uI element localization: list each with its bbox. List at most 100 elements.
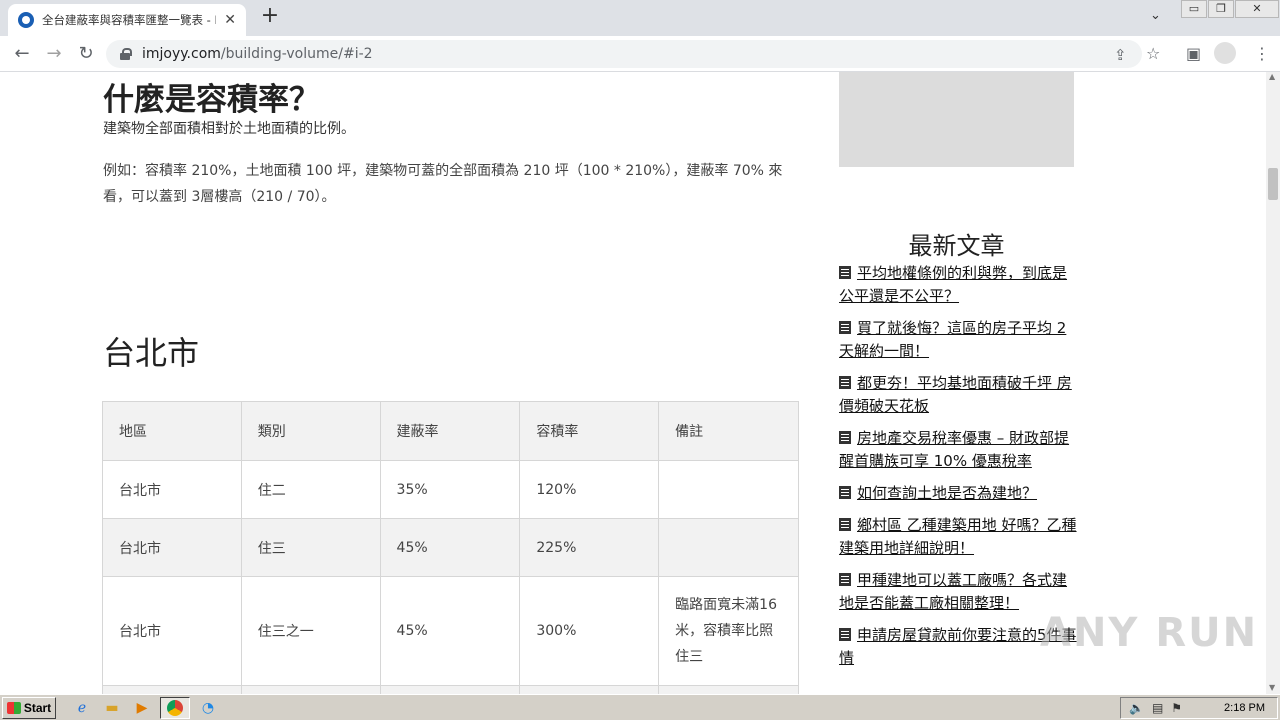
- volume-icon[interactable]: 🔈: [1129, 701, 1144, 715]
- table-cell: 台北市: [102, 460, 242, 519]
- minimize-button[interactable]: ▭: [1181, 0, 1207, 18]
- table-cell: [240, 685, 381, 694]
- scroll-thumb[interactable]: [1268, 168, 1278, 200]
- column-header: 容積率: [519, 401, 660, 461]
- table-cell-note: 臨路面寬未滿16米，容積率比照住三: [658, 576, 799, 686]
- table-cell: [658, 518, 799, 577]
- list-item: 鄉村區 乙種建築用地 好嗎？乙種建築用地詳細說明！: [839, 514, 1079, 560]
- column-header: 類別: [240, 401, 381, 461]
- close-window-button[interactable]: ✕: [1235, 0, 1279, 18]
- table-cell: [658, 685, 799, 694]
- table-cell: 45%: [379, 518, 521, 577]
- column-header: 備註: [658, 401, 799, 461]
- post-link[interactable]: 甲種建地可以蓋工廠嗎？各式建地是否能蓋工廠相關整理！: [839, 571, 1067, 612]
- window-controls: ▭ ❐ ✕: [1180, 0, 1279, 18]
- start-label: Start: [23, 700, 52, 715]
- kebab-menu-icon[interactable]: ⋮: [1254, 44, 1270, 63]
- document-icon: [839, 628, 851, 641]
- address-bar[interactable]: imjoyy.com/building-volume/#i-2 ⇪: [106, 40, 1142, 68]
- table-cell: 35%: [379, 460, 521, 519]
- table-cell: 台北市: [102, 576, 242, 686]
- network-icon[interactable]: ▤: [1152, 701, 1163, 715]
- chrome-icon: [167, 699, 183, 716]
- tab-strip: 全台建蔽率與容積率匯整一覽表 - I ✕ + ⌄ ▭ ❐ ✕: [0, 0, 1280, 36]
- watermark: ANY RUN: [1040, 610, 1259, 656]
- table-cell: [658, 460, 799, 519]
- document-icon: [839, 376, 851, 389]
- document-icon: [839, 266, 851, 279]
- table-cell: [519, 685, 660, 694]
- example-paragraph: 例如：容積率 210%，土地面積 100 坪，建築物可蓋的全部面積為 210 坪…: [103, 163, 783, 205]
- tab-title: 全台建蔽率與容積率匯整一覽表 - I: [42, 13, 216, 27]
- browser-tab[interactable]: 全台建蔽率與容積率匯整一覽表 - I ✕: [8, 4, 246, 36]
- table-cell: 台北市: [102, 518, 242, 577]
- table-cell: 45%: [379, 576, 521, 686]
- table-row: 台北市 住三之一 45% 300% 臨路面寬未滿16米，容積率比照住三: [102, 576, 799, 686]
- vertical-scrollbar[interactable]: ▲ ▼: [1266, 72, 1280, 694]
- document-icon: [839, 518, 851, 531]
- latest-posts-title: 最新文章: [908, 232, 1005, 260]
- column-header: 建蔽率: [379, 401, 521, 461]
- table-cell: [379, 685, 521, 694]
- star-icon[interactable]: ☆: [1146, 44, 1160, 63]
- page-viewport: 什麼是容積率？ 建築物全部面積相對於土地面積的比例。 例如：容積率 210%，土…: [0, 72, 1266, 694]
- post-link[interactable]: 如何查詢土地是否為建地？: [857, 484, 1037, 502]
- windows-taskbar: Start ℯ ▬ ▶ ◔ 🔈 ▤ ⚑ 2:18 PM: [0, 694, 1280, 720]
- table-cell: 住二: [240, 460, 381, 519]
- zoning-table: 地區 類別 建蔽率 容積率 備註 台北市 住二 35% 120% 台北市 住三 …: [102, 401, 799, 694]
- scroll-up-icon[interactable]: ▲: [1269, 72, 1275, 81]
- document-icon: [839, 573, 851, 586]
- definition-paragraph: 建築物全部面積相對於土地面積的比例。: [103, 121, 355, 137]
- start-button[interactable]: Start: [2, 696, 56, 719]
- list-item: 都更夯！平均基地面積破千坪 房價頻破天花板: [839, 372, 1079, 418]
- edge-icon[interactable]: ◔: [196, 697, 220, 719]
- list-item: 甲種建地可以蓋工廠嗎？各式建地是否能蓋工廠相關整理！: [839, 569, 1079, 615]
- site-favicon-icon: [18, 12, 34, 28]
- table-cell: [102, 685, 242, 694]
- flag-icon[interactable]: ⚑: [1171, 701, 1182, 715]
- list-item: 如何查詢土地是否為建地？: [839, 482, 1079, 505]
- reload-icon[interactable]: ↻: [74, 42, 98, 66]
- post-link[interactable]: 買了就後悔？這區的房子平均 2 天解約一間！: [839, 319, 1066, 360]
- document-icon: [839, 486, 851, 499]
- table-cell: 住三: [240, 518, 381, 577]
- table-cell: 225%: [519, 518, 660, 577]
- document-icon: [839, 321, 851, 334]
- lock-icon: [120, 48, 132, 60]
- ad-placeholder: [839, 72, 1074, 167]
- list-item: 買了就後悔？這區的房子平均 2 天解約一間！: [839, 317, 1079, 363]
- post-link[interactable]: 都更夯！平均基地面積破千坪 房價頻破天花板: [839, 374, 1072, 415]
- document-icon: [839, 431, 851, 444]
- table-row: 台北市 住二 35% 120%: [102, 460, 799, 519]
- url-text: imjoyy.com/building-volume/#i-2: [142, 46, 373, 62]
- profile-icon[interactable]: [1214, 42, 1236, 64]
- scroll-down-icon[interactable]: ▼: [1269, 683, 1275, 692]
- list-item: 平均地權條例的利與弊，到底是公平還是不公平？: [839, 262, 1079, 308]
- system-tray: 🔈 ▤ ⚑ 2:18 PM: [1120, 697, 1278, 719]
- tab-search-chevron-icon[interactable]: ⌄: [1150, 8, 1161, 23]
- forward-arrow-icon[interactable]: →: [42, 42, 66, 66]
- ie-icon[interactable]: ℯ: [70, 697, 94, 719]
- section-heading: 什麼是容積率？: [103, 82, 320, 118]
- list-item: 房地產交易稅率優惠 – 財政部提醒首購族可享 10% 優惠稅率: [839, 427, 1079, 473]
- table-cell: 300%: [519, 576, 660, 686]
- table-cell: 住三之一: [240, 576, 381, 686]
- table-row: [102, 685, 799, 694]
- back-arrow-icon[interactable]: ←: [10, 42, 34, 66]
- share-icon[interactable]: ⇪: [1114, 46, 1127, 64]
- media-player-icon[interactable]: ▶: [130, 697, 154, 719]
- windows-logo-icon: [6, 701, 21, 714]
- clock: 2:18 PM: [1224, 702, 1265, 714]
- restore-button[interactable]: ❐: [1208, 0, 1234, 18]
- post-link[interactable]: 平均地權條例的利與弊，到底是公平還是不公平？: [839, 264, 1067, 305]
- folder-icon[interactable]: ▬: [100, 697, 124, 719]
- chrome-taskbar-icon[interactable]: [160, 696, 190, 719]
- new-tab-button[interactable]: +: [258, 5, 282, 29]
- tab-close-icon[interactable]: ✕: [224, 12, 236, 28]
- column-header: 地區: [102, 401, 242, 461]
- table-header-row: 地區 類別 建蔽率 容積率 備註: [102, 401, 799, 461]
- post-link[interactable]: 鄉村區 乙種建築用地 好嗎？乙種建築用地詳細說明！: [839, 516, 1077, 557]
- post-link[interactable]: 房地產交易稅率優惠 – 財政部提醒首購族可享 10% 優惠稅率: [839, 429, 1069, 470]
- side-panel-icon[interactable]: ▣: [1186, 44, 1201, 63]
- table-row: 台北市 住三 45% 225%: [102, 518, 799, 577]
